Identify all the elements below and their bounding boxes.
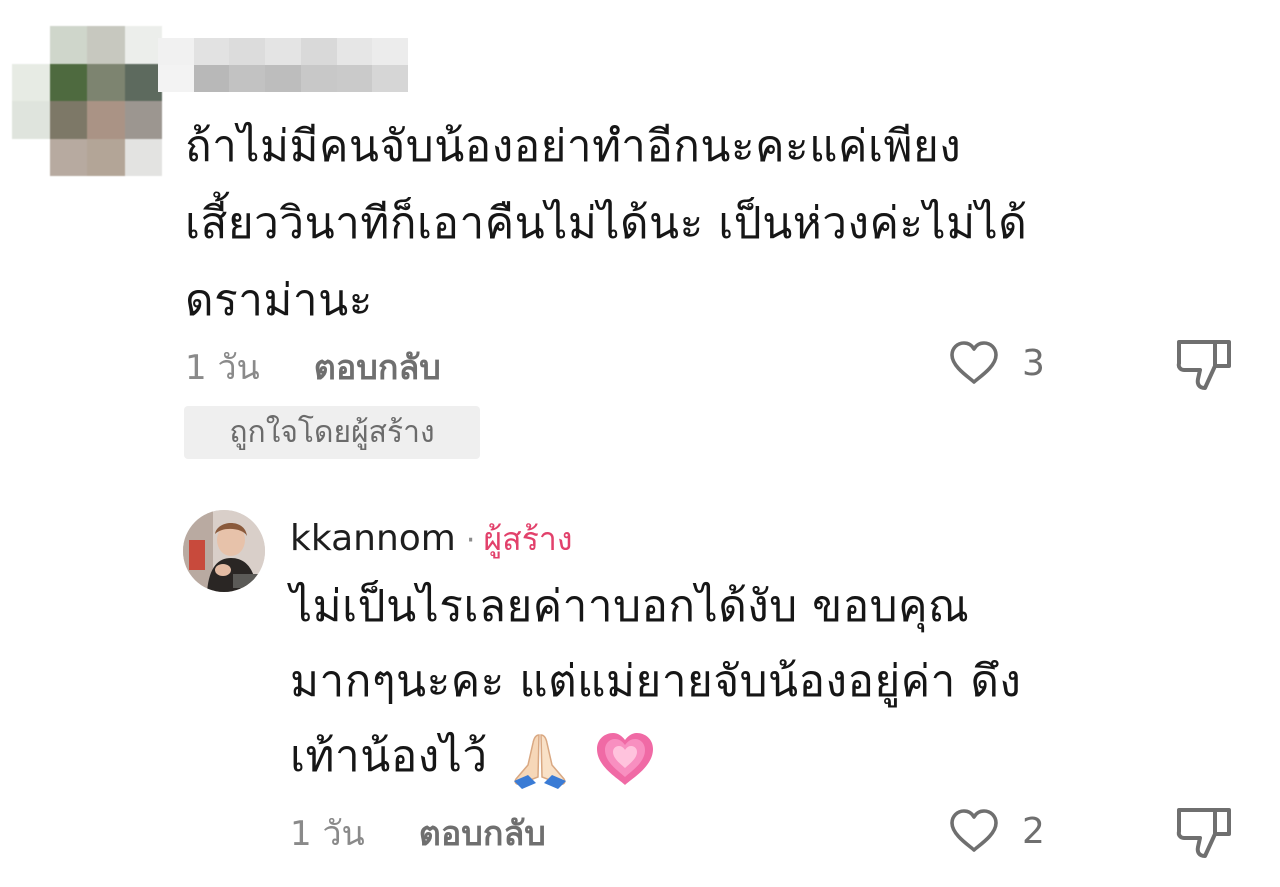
reply-line: มากๆนะคะ แต่แม่ยายจับน้องอยู่ค่า ดึง: [290, 656, 1022, 707]
liked-by-creator-badge: ถูกใจโดยผู้สร้าง: [184, 406, 480, 459]
comment-line: ดราม่านะ: [185, 275, 373, 326]
comment-meta: 1 วัน ตอบกลับ: [185, 344, 441, 390]
avatar-photo: [183, 510, 265, 592]
commenter-avatar-pixelated[interactable]: [12, 26, 162, 176]
comment-text: ถ้าไม่มีคนจับน้องอย่าทำอีกนะคะแค่เพียง เ…: [185, 108, 1027, 339]
reply-meta: 1 วัน ตอบกลับ: [290, 810, 546, 856]
reply-username[interactable]: kkannom: [290, 518, 456, 559]
heart-outline-icon: [950, 341, 998, 384]
reply-header: kkannom · ผู้สร้าง: [290, 514, 572, 565]
separator-dot: ·: [465, 523, 476, 558]
comment-line: ถ้าไม่มีคนจับน้องอย่าทำอีกนะคะแค่เพียง: [185, 121, 962, 172]
comment-time: 1 วัน: [185, 348, 260, 388]
reply-time: 1 วัน: [290, 814, 365, 854]
heart-outline-icon: [950, 809, 998, 852]
reply-text: ไม่เป็นไรเลยค่าาบอกได้งับ ขอบคุณ มากๆนะค…: [290, 568, 1021, 793]
reply-button[interactable]: ตอบกลับ: [314, 340, 441, 394]
praying-hands-icon: [514, 734, 567, 789]
growing-heart-icon: [596, 733, 653, 785]
thumbs-down-icon[interactable]: [1175, 336, 1233, 392]
reply-button[interactable]: ตอบกลับ: [419, 806, 546, 860]
reply-line-with-emoji: เท้าน้องไว้: [290, 718, 1021, 793]
thumbs-down-icon[interactable]: [1175, 804, 1233, 860]
like-count: 2: [1022, 810, 1045, 852]
commenter-username-pixelated[interactable]: [158, 38, 408, 92]
avatar[interactable]: [183, 510, 265, 592]
comment-line: เสี้ยววินาทีก็เอาคืนไม่ได้นะ เป็นห่วงค่ะ…: [185, 198, 1028, 249]
like-button[interactable]: 2: [948, 808, 1045, 854]
like-button[interactable]: 3: [948, 340, 1045, 386]
like-count: 3: [1022, 342, 1045, 384]
creator-label: ผู้สร้าง: [483, 520, 573, 558]
reply-line: ไม่เป็นไรเลยค่าาบอกได้งับ ขอบคุณ: [290, 581, 970, 632]
reply-line: เท้าน้องไว้: [290, 731, 488, 782]
